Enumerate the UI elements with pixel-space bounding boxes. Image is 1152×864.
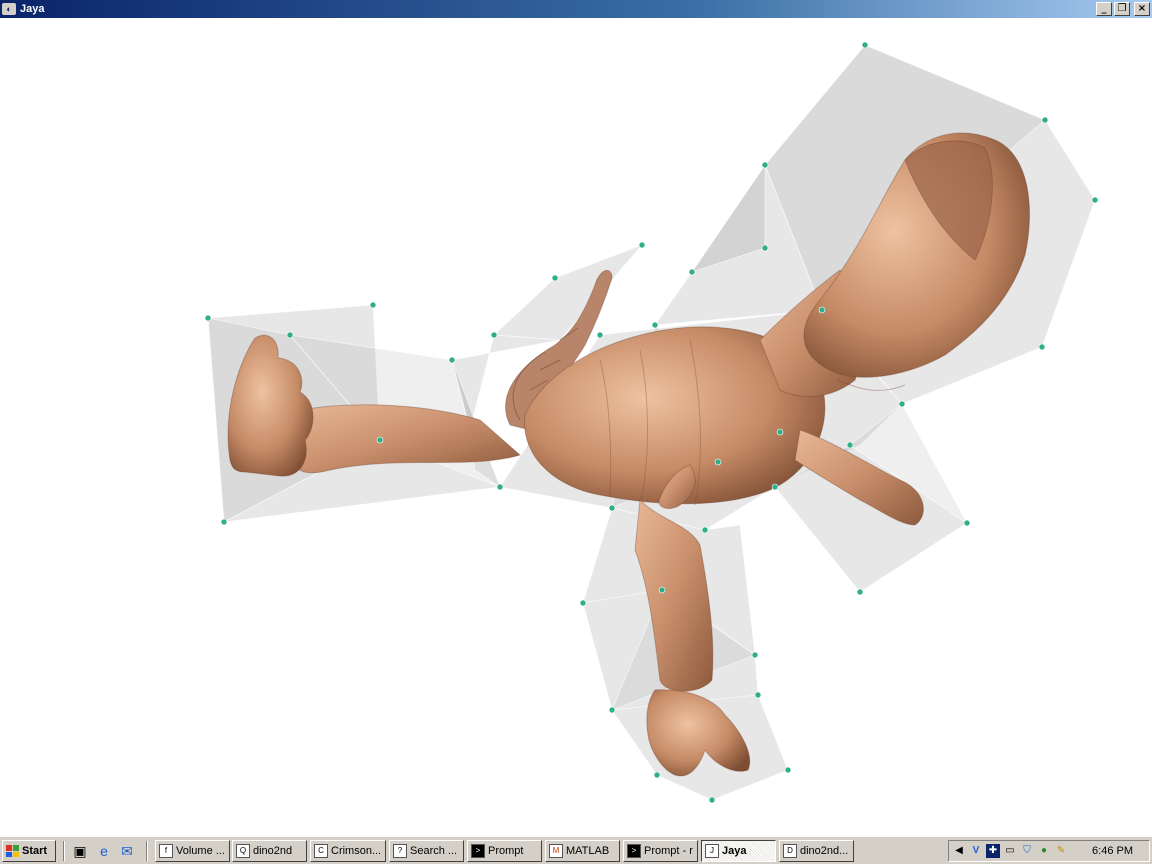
task-label: dino2nd... [800,845,849,857]
task-dino2nd[interactable]: Q dino2nd [232,840,307,862]
clock[interactable]: 6:46 PM [1092,845,1133,857]
start-label: Start [22,845,48,857]
window-title-bar[interactable]: ◐ Jaya _ ❐ × [0,0,1152,18]
system-tray: ◀ V ✚ ▭ ⛉ ● ✎ 6:46 PM [948,840,1150,862]
document-icon: f [159,844,173,858]
console-icon: > [627,844,641,858]
image-viewer-icon: Q [236,844,250,858]
task-label: Volume ... [176,845,225,857]
task-volume[interactable]: f Volume ... [155,840,230,862]
task-label: Crimson... [331,845,382,857]
network-icon[interactable]: ✚ [986,844,1000,858]
console-icon: > [471,844,485,858]
task-matlab[interactable]: M MATLAB [545,840,620,862]
3d-viewport[interactable] [0,18,1152,836]
task-label: Jaya [722,845,747,857]
task-search[interactable]: ? Search ... [389,840,464,862]
globe-icon[interactable]: ● [1037,844,1051,858]
search-icon: ? [393,844,407,858]
task-label: dino2nd [253,845,293,857]
task-label: Search ... [410,845,458,857]
restore-button[interactable]: ❐ [1114,2,1130,16]
show-desktop-icon[interactable]: ▣ [70,840,90,862]
speaker-icon[interactable]: ◀ [952,844,966,858]
monitor-icon[interactable]: ▭ [1003,844,1017,858]
window-title: Jaya [20,3,45,15]
outlook-express-icon[interactable]: ✉ [117,840,137,862]
windows-logo-icon [6,845,19,857]
task-label: Prompt - r [644,845,693,857]
taskbar: Start ▣ e ✉ f Volume ... Q dino2nd C Cri… [0,836,1152,864]
taskbar-separator [63,841,65,861]
jaya-icon: J [705,844,719,858]
internet-explorer-icon[interactable]: e [94,840,114,862]
minimize-button[interactable]: _ [1096,2,1112,16]
task-dino2nd-image[interactable]: D dino2nd... [779,840,854,862]
matlab-icon: M [549,844,563,858]
pen-icon[interactable]: ✎ [1054,844,1068,858]
shield-icon[interactable]: ⛉ [1020,844,1034,858]
task-label: Prompt [488,845,524,857]
task-prompt-r[interactable]: > Prompt - r [623,840,698,862]
task-prompt[interactable]: > Prompt [467,840,542,862]
task-crimson[interactable]: C Crimson... [310,840,386,862]
mesh-render [204,41,1099,804]
image-icon: D [783,844,797,858]
start-button[interactable]: Start [2,840,56,862]
task-jaya[interactable]: J Jaya [701,840,776,862]
task-label: MATLAB [566,845,610,857]
vc-icon[interactable]: V [969,844,983,858]
editor-icon: C [314,844,328,858]
taskbar-separator [146,841,148,861]
window-controls: _ ❐ × [1096,2,1150,16]
close-button[interactable]: × [1134,2,1150,16]
jaya-app-icon[interactable]: ◐ [2,3,16,15]
